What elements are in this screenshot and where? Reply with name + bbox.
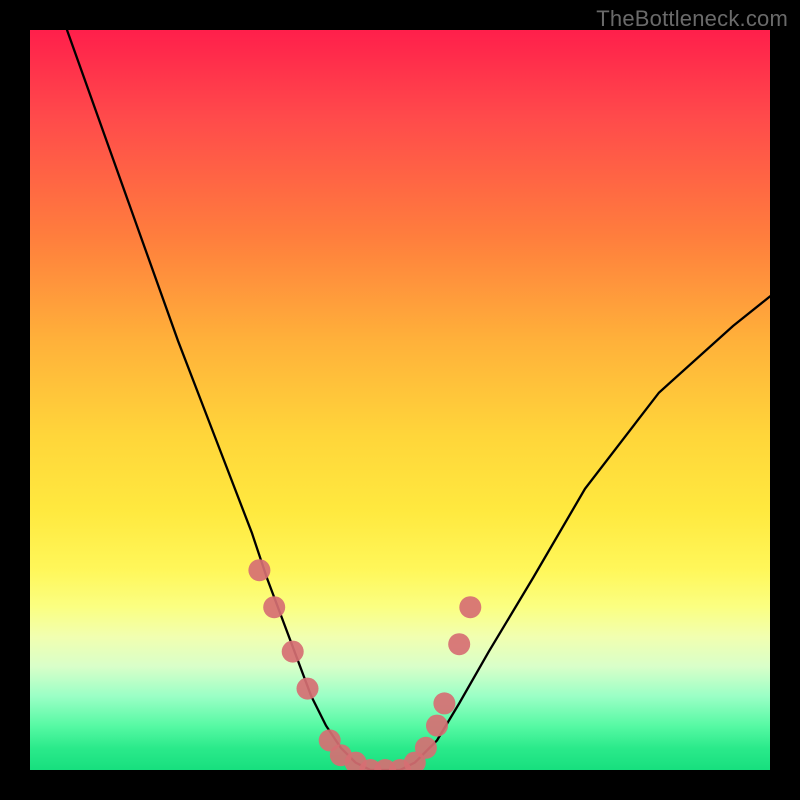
highlight-marker [448, 633, 470, 655]
chart-svg [30, 30, 770, 770]
highlight-marker [263, 596, 285, 618]
chart-frame: TheBottleneck.com [0, 0, 800, 800]
highlight-marker [297, 678, 319, 700]
highlight-marker [415, 737, 437, 759]
highlight-marker [433, 692, 455, 714]
bottleneck-curve [67, 30, 770, 770]
highlight-marker-group [248, 559, 481, 770]
highlight-marker [282, 641, 304, 663]
plot-area [30, 30, 770, 770]
highlight-marker [426, 715, 448, 737]
highlight-marker [459, 596, 481, 618]
highlight-marker [248, 559, 270, 581]
watermark-text: TheBottleneck.com [596, 6, 788, 32]
